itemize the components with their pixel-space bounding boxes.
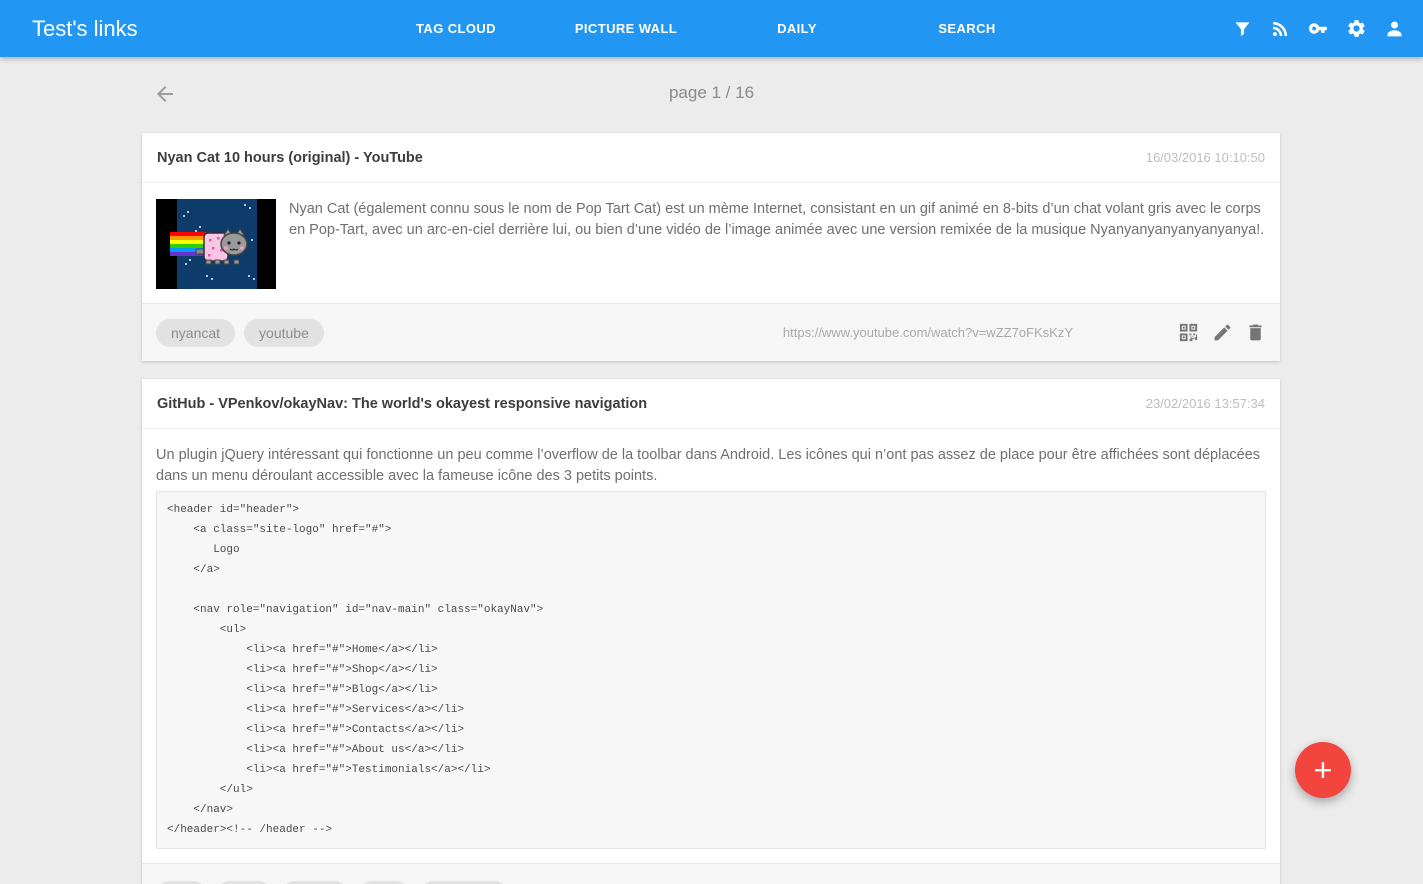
header-icon-group	[1232, 0, 1405, 57]
link-url[interactable]: https://www.youtube.com/watch?v=wZZ7oFKs…	[783, 325, 1073, 340]
link-list: Nyan Cat 10 hours (original) - YouTube 1…	[142, 133, 1280, 884]
edit-icon[interactable]	[1212, 322, 1233, 343]
tag-pill[interactable]: html	[216, 881, 272, 884]
qr-code-icon[interactable]	[1177, 321, 1200, 344]
app-title: Test's links	[32, 16, 138, 42]
key-icon[interactable]	[1308, 18, 1329, 39]
settings-icon[interactable]	[1346, 18, 1367, 39]
link-description: Nyan Cat (également connu sous le nom de…	[289, 199, 1266, 289]
card-actions	[1177, 321, 1266, 344]
tag-pill[interactable]: plugin	[281, 881, 348, 884]
app-header: Test's links TAG CLOUD PICTURE WALL DAIL…	[0, 0, 1423, 57]
delete-icon[interactable]	[1245, 322, 1266, 343]
user-icon[interactable]	[1384, 18, 1405, 39]
link-card-nyancat: Nyan Cat 10 hours (original) - YouTube 1…	[142, 133, 1280, 361]
app-window: Test's links TAG CLOUD PICTURE WALL DAIL…	[0, 0, 1423, 884]
nav-picture-wall[interactable]: PICTURE WALL	[575, 21, 677, 36]
tag-pill[interactable]: nav	[358, 881, 411, 884]
link-description: Un plugin jQuery intéressant qui fonctio…	[156, 445, 1266, 487]
link-title[interactable]: Nyan Cat 10 hours (original) - YouTube	[157, 150, 423, 166]
tag-pill[interactable]: nyancat	[156, 319, 235, 347]
nav-daily[interactable]: DAILY	[777, 21, 817, 36]
card-body: Nyan Cat (également connu sous le nom de…	[142, 183, 1280, 303]
card-footer: css html plugin nav javascript https://g…	[142, 863, 1280, 884]
plus-icon: +	[1314, 752, 1333, 789]
content-area: page 1 / 16 Nyan Cat 10 hours (original)…	[0, 57, 1423, 884]
pagination-bar: page 1 / 16	[0, 57, 1423, 133]
link-date: 23/02/2016 13:57:34	[1146, 396, 1265, 411]
rss-icon[interactable]	[1270, 18, 1291, 39]
filter-icon[interactable]	[1232, 18, 1253, 39]
tag-pill[interactable]: css	[156, 881, 207, 884]
card-footer: nyancat youtube https://www.youtube.com/…	[142, 303, 1280, 361]
link-date: 16/03/2016 10:10:50	[1146, 150, 1265, 165]
nav-tag-cloud[interactable]: TAG CLOUD	[416, 21, 496, 36]
tag-pill[interactable]: youtube	[244, 319, 324, 347]
nav-search[interactable]: SEARCH	[938, 21, 995, 36]
card-header: GitHub - VPenkov/okayNav: The world's ok…	[142, 379, 1280, 429]
add-link-button[interactable]: +	[1295, 742, 1351, 798]
nyan-cat-thumbnail[interactable]	[156, 199, 276, 289]
tag-pill[interactable]: javascript	[419, 881, 508, 884]
link-title[interactable]: GitHub - VPenkov/okayNav: The world's ok…	[157, 396, 647, 412]
page-indicator: page 1 / 16	[0, 83, 1423, 103]
code-snippet: <header id="header"> <a class="site-logo…	[156, 491, 1266, 849]
link-card-okaynav: GitHub - VPenkov/okayNav: The world's ok…	[142, 379, 1280, 884]
card-body: Un plugin jQuery intéressant qui fonctio…	[142, 429, 1280, 863]
card-header: Nyan Cat 10 hours (original) - YouTube 1…	[142, 133, 1280, 183]
